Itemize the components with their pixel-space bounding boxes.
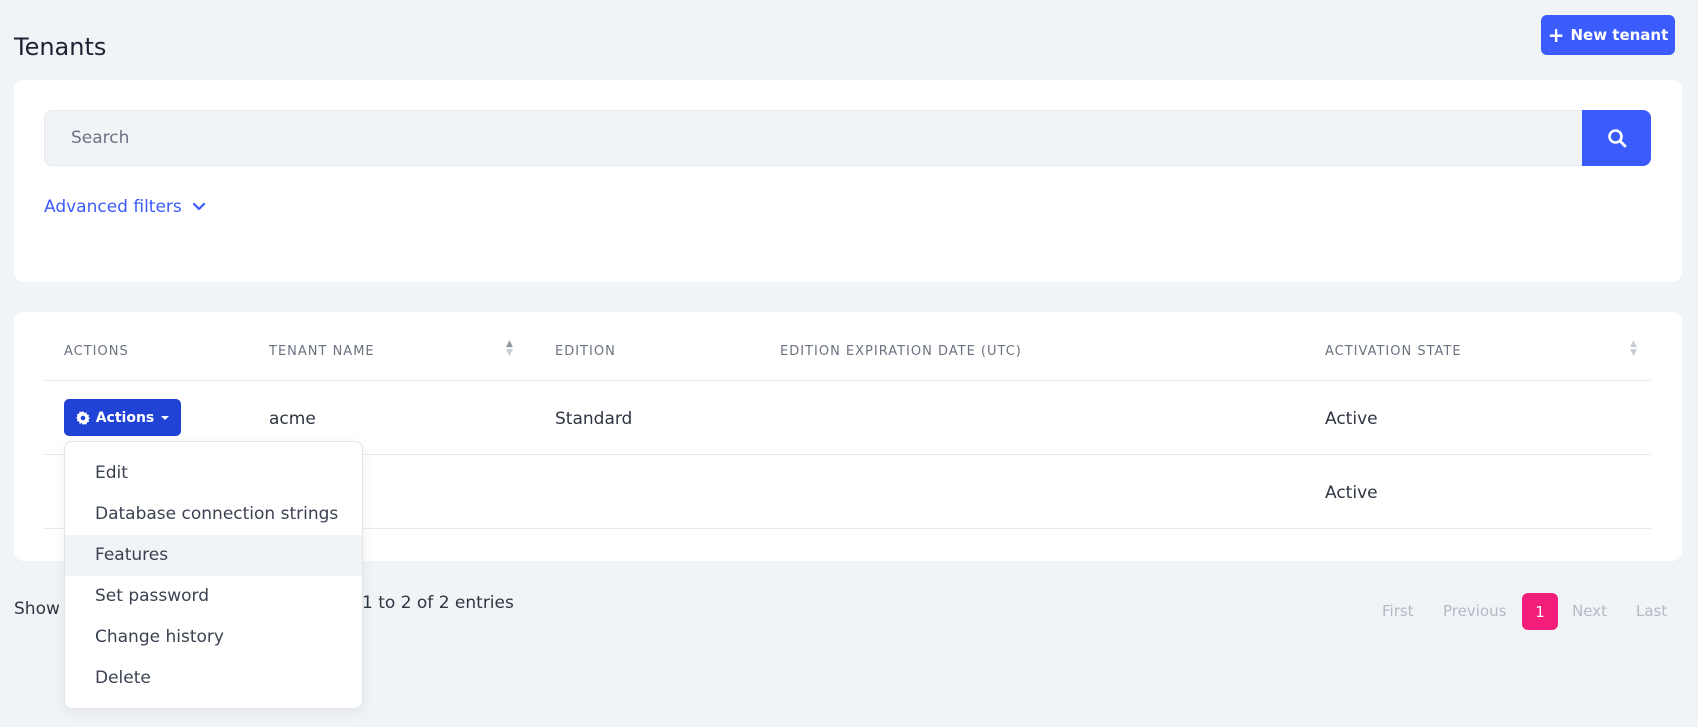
actions-button-label: Actions [95, 409, 155, 426]
column-header-edition: Edition [555, 344, 616, 359]
column-header-activation-state[interactable]: Activation state [1325, 344, 1462, 359]
filter-card: Advanced filters [14, 80, 1682, 282]
sort-tenant-name-icon[interactable]: ▲ ▼ [506, 340, 513, 358]
page-size-label: Show [14, 599, 60, 619]
menu-item-features[interactable]: Features [65, 535, 362, 576]
page-title: Tenants [14, 33, 107, 61]
advanced-filters-label: Advanced filters [44, 197, 182, 217]
search-input[interactable] [44, 110, 1582, 166]
pagination-next[interactable]: Next [1572, 593, 1607, 630]
search-button[interactable] [1582, 110, 1651, 166]
entries-info: 1 to 2 of 2 entries [362, 593, 514, 613]
menu-item-database-connection-strings[interactable]: Database connection strings [65, 494, 362, 535]
menu-item-change-history[interactable]: Change history [65, 617, 362, 658]
edition-cell: Standard [555, 409, 633, 429]
gear-icon [75, 410, 90, 425]
sort-desc-icon: ▼ [506, 348, 513, 358]
tenant-name-cell: acme [269, 409, 316, 429]
table-header: Actions Tenant name ▲ ▼ Edition Edition … [44, 340, 1651, 381]
menu-item-delete[interactable]: Delete [65, 658, 362, 699]
search-icon [1607, 129, 1626, 148]
pagination-last[interactable]: Last [1636, 593, 1667, 630]
sort-activation-state-icon[interactable]: ▲ ▼ [1630, 340, 1637, 358]
activation-state-cell: Active [1325, 483, 1378, 503]
actions-dropdown-menu: Edit Database connection strings Feature… [64, 441, 363, 709]
menu-item-set-password[interactable]: Set password [65, 576, 362, 617]
search-bar [44, 110, 1651, 166]
pagination-previous[interactable]: Previous [1443, 593, 1506, 630]
caret-down-icon [161, 415, 170, 420]
pagination-first[interactable]: First [1382, 593, 1414, 630]
menu-item-edit[interactable]: Edit [65, 453, 362, 494]
plus-icon: + [1547, 23, 1565, 47]
activation-state-cell: Active [1325, 409, 1378, 429]
pagination-page-1[interactable]: 1 [1522, 593, 1558, 630]
column-header-actions: Actions [64, 344, 129, 359]
chevron-down-icon [192, 202, 205, 211]
column-header-tenant-name[interactable]: Tenant name [269, 344, 375, 359]
advanced-filters-toggle[interactable]: Advanced filters [44, 197, 206, 217]
column-header-expiration: Edition expiration date (UTC) [780, 344, 1022, 359]
new-tenant-label: New tenant [1570, 26, 1669, 44]
actions-button[interactable]: Actions [64, 399, 181, 436]
sort-desc-icon: ▼ [1630, 348, 1637, 358]
new-tenant-button[interactable]: + New tenant [1541, 15, 1675, 55]
